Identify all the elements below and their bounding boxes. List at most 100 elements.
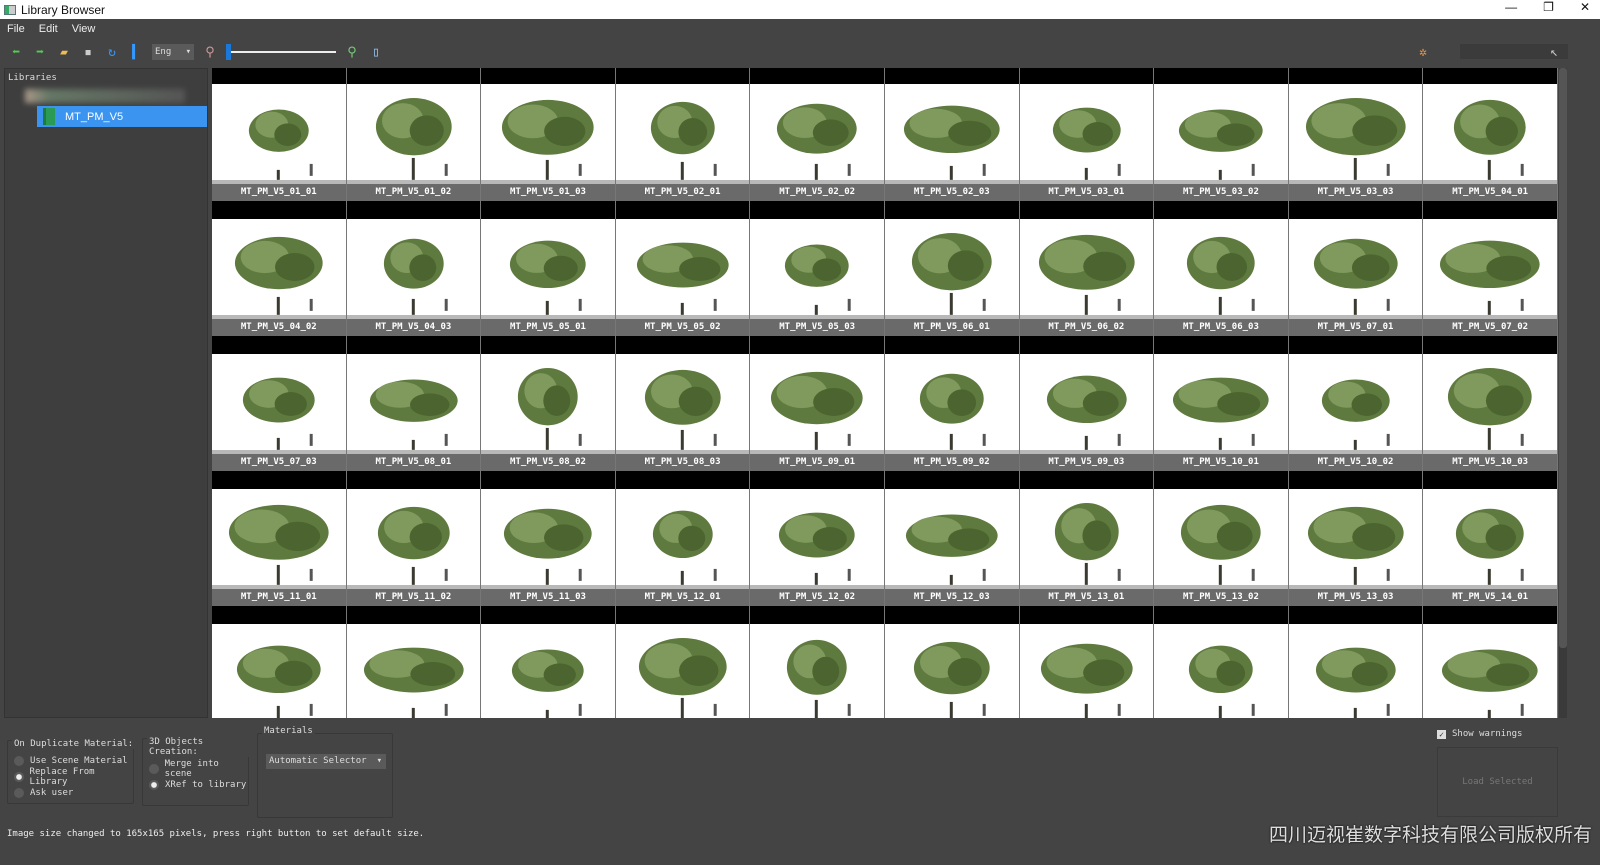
thumbnail-item[interactable] <box>884 608 1020 718</box>
language-dropdown[interactable]: Eng <box>152 44 194 60</box>
radio-use-scene[interactable]: Use Scene Material <box>14 754 133 767</box>
back-arrow-icon[interactable]: ⬅ <box>8 44 24 60</box>
thumbnail-item[interactable]: MT_PM_V5_02_01 <box>615 68 751 203</box>
tree-image-icon <box>1046 375 1127 450</box>
radio-replace-library[interactable]: Replace From Library <box>14 767 133 787</box>
thumbnail-item[interactable]: MT_PM_V5_03_01 <box>1019 68 1155 203</box>
thumbnail-item[interactable]: MT_PM_V5_07_03 <box>212 338 347 473</box>
thumbnail-item[interactable] <box>346 608 482 718</box>
thumbnail-item[interactable]: MT_PM_V5_11_03 <box>481 473 616 608</box>
thumbnail-item[interactable] <box>212 608 347 718</box>
thumbnail-item[interactable]: MT_PM_V5_10_01 <box>1154 338 1289 473</box>
thumbnail-item[interactable]: MT_PM_V5_14_01 <box>1423 473 1558 608</box>
thumbnail-item[interactable]: MT_PM_V5_06_03 <box>1154 203 1289 338</box>
tree-image-icon <box>1179 109 1263 180</box>
thumbnail-item[interactable] <box>1154 608 1289 718</box>
refresh-icon[interactable]: ↻ <box>104 44 120 60</box>
settings-icon[interactable]: ✲ <box>1415 44 1431 60</box>
tree-thumbnail <box>750 624 884 718</box>
thumbnail-item[interactable] <box>750 608 885 718</box>
thumbnail-item[interactable]: MT_PM_V5_13_02 <box>1154 473 1289 608</box>
thumbnail-item[interactable]: MT_PM_V5_04_03 <box>346 203 482 338</box>
libraries-header: Libraries <box>8 73 57 83</box>
close-button[interactable]: ✕ <box>1580 0 1590 14</box>
thumbnail-item[interactable]: MT_PM_V5_08_02 <box>481 338 616 473</box>
tree-thumbnail <box>346 624 481 718</box>
minimize-button[interactable]: — <box>1505 0 1517 14</box>
library-item-selected[interactable]: MT_PM_V5 <box>37 106 207 127</box>
menu-view[interactable]: View <box>72 23 96 35</box>
thumbnail-item[interactable]: MT_PM_V5_02_02 <box>750 68 885 203</box>
maximize-button[interactable]: ❐ <box>1543 0 1554 14</box>
toolbar: ⬅ ➡ ▰ ▪ ↻ ▍ Eng ⚲ ⚲ ▯ <box>0 40 1600 64</box>
thumbnail-item[interactable]: MT_PM_V5_01_03 <box>481 68 616 203</box>
tree-thumbnail <box>346 219 481 319</box>
radio-xref[interactable]: XRef to library <box>149 778 248 791</box>
tree-image-icon <box>903 105 1000 180</box>
thumbnail-item[interactable]: MT_PM_V5_11_02 <box>346 473 482 608</box>
thumbnail-item[interactable] <box>481 608 616 718</box>
thumbnail-label: MT_PM_V5_13_02 <box>1154 589 1288 606</box>
tree-image-icon <box>652 510 717 585</box>
thumbnail-item[interactable] <box>1288 608 1424 718</box>
thumbnail-item[interactable]: MT_PM_V5_05_03 <box>750 203 885 338</box>
load-selected-button[interactable]: Load Selected <box>1437 747 1558 817</box>
thumbnail-item[interactable]: MT_PM_V5_03_02 <box>1154 68 1289 203</box>
thumbnail-item[interactable]: MT_PM_V5_01_01 <box>212 68 347 203</box>
thumbnail-item[interactable]: MT_PM_V5_12_02 <box>750 473 885 608</box>
thumbnail-item[interactable]: MT_PM_V5_12_03 <box>884 473 1020 608</box>
thumbnail-item[interactable]: MT_PM_V5_13_01 <box>1019 473 1155 608</box>
pointer-icon[interactable]: ↖ <box>1546 44 1562 60</box>
thumbnail-item[interactable]: MT_PM_V5_01_02 <box>346 68 482 203</box>
thumbnail-item[interactable] <box>1019 608 1155 718</box>
zoom-out-icon[interactable]: ⚲ <box>202 44 218 60</box>
thumbnail-item[interactable]: MT_PM_V5_13_03 <box>1288 473 1424 608</box>
show-warnings-checkbox[interactable]: ✓ Show warnings <box>1437 729 1522 739</box>
thumbnail-item[interactable]: MT_PM_V5_03_03 <box>1288 68 1424 203</box>
app-icon <box>4 4 16 15</box>
thumbnail-item[interactable]: MT_PM_V5_04_02 <box>212 203 347 338</box>
zoom-in-icon[interactable]: ⚲ <box>344 44 360 60</box>
tree-image-icon <box>510 240 586 315</box>
vertical-scrollbar[interactable] <box>1559 68 1567 718</box>
tree-thumbnail <box>212 354 346 454</box>
thumbnail-item[interactable]: MT_PM_V5_05_02 <box>615 203 751 338</box>
thumbnail-item[interactable]: MT_PM_V5_12_01 <box>615 473 751 608</box>
thumbnail-item[interactable]: MT_PM_V5_04_01 <box>1423 68 1558 203</box>
library-name: MT_PM_V5 <box>65 110 124 123</box>
thumbnail-item[interactable]: MT_PM_V5_07_02 <box>1423 203 1558 338</box>
thumbnail-item[interactable]: MT_PM_V5_05_01 <box>481 203 616 338</box>
sort-icon[interactable]: ▍ <box>128 44 144 60</box>
thumbnail-item[interactable]: MT_PM_V5_08_01 <box>346 338 482 473</box>
thumbnail-item[interactable]: MT_PM_V5_10_03 <box>1423 338 1558 473</box>
forward-arrow-icon[interactable]: ➡ <box>32 44 48 60</box>
menu-file[interactable]: File <box>7 23 25 35</box>
thumbnail-label: MT_PM_V5_05_03 <box>750 319 884 336</box>
radio-merge[interactable]: Merge into scene <box>149 759 248 779</box>
thumbnail-item[interactable]: MT_PM_V5_06_01 <box>884 203 1020 338</box>
thumbnail-item[interactable]: MT_PM_V5_09_03 <box>1019 338 1155 473</box>
thumbnail-item[interactable]: MT_PM_V5_09_02 <box>884 338 1020 473</box>
open-folder-icon[interactable]: ▰ <box>56 44 72 60</box>
thumbnail-item[interactable]: MT_PM_V5_09_01 <box>750 338 885 473</box>
clipboard-icon[interactable]: ▯ <box>368 44 384 60</box>
thumbnail-label: MT_PM_V5_04_02 <box>212 319 346 336</box>
material-selector-dropdown[interactable]: Automatic Selector <box>266 754 386 769</box>
radio-ask-user[interactable]: Ask user <box>14 786 133 799</box>
thumbnail-item[interactable] <box>1423 608 1558 718</box>
thumbnail-item[interactable]: MT_PM_V5_10_02 <box>1288 338 1424 473</box>
library-root-item[interactable] <box>25 89 185 103</box>
window-title: Library Browser <box>21 2 106 17</box>
tree-thumbnail <box>1154 354 1288 454</box>
tree-thumbnail <box>1423 84 1557 184</box>
thumbnail-size-slider[interactable] <box>226 44 336 60</box>
thumbnail-item[interactable]: MT_PM_V5_02_03 <box>884 68 1020 203</box>
thumbnail-item[interactable]: MT_PM_V5_06_02 <box>1019 203 1155 338</box>
thumbnail-item[interactable] <box>615 608 751 718</box>
thumbnail-item[interactable]: MT_PM_V5_08_03 <box>615 338 751 473</box>
thumbnail-item[interactable]: MT_PM_V5_07_01 <box>1288 203 1424 338</box>
save-icon[interactable]: ▪ <box>80 44 96 60</box>
menu-edit[interactable]: Edit <box>39 23 58 35</box>
tree-image-icon <box>777 103 858 180</box>
thumbnail-item[interactable]: MT_PM_V5_11_01 <box>212 473 347 608</box>
